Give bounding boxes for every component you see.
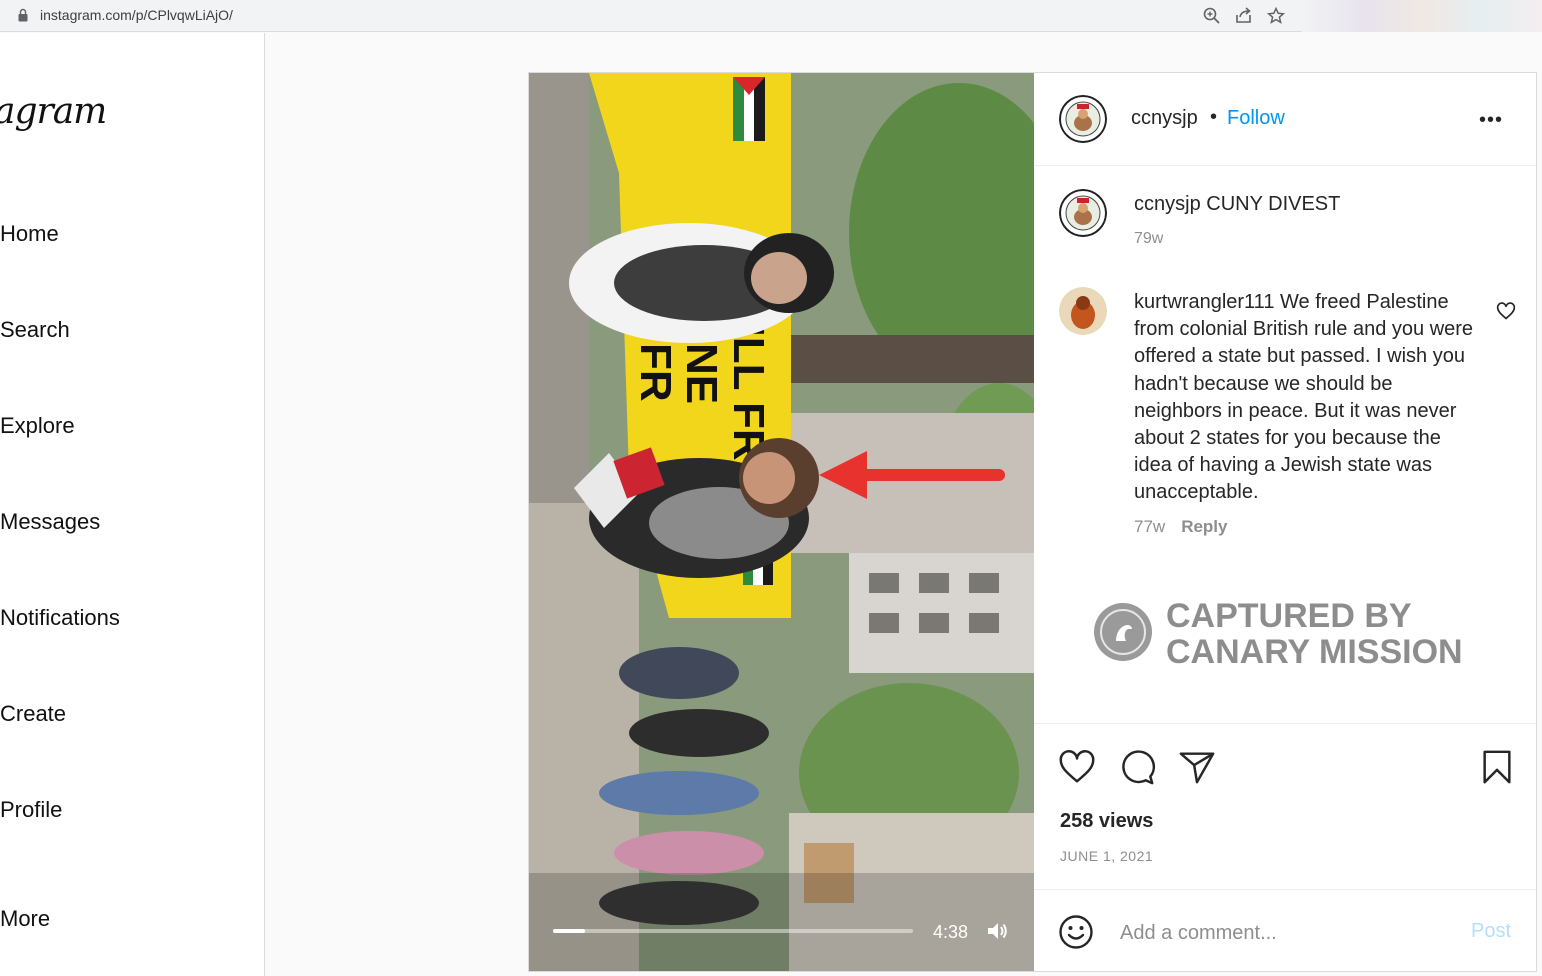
share-paper-plane-icon[interactable] — [1178, 748, 1216, 786]
comment-meta: 77w Reply — [1134, 517, 1227, 537]
avatar-image — [1059, 287, 1107, 335]
banner-text-2: NE — [677, 343, 726, 404]
sidebar: agram Home Search Explore Messages Notif… — [0, 33, 265, 976]
caption-body: CUNY DIVEST — [1200, 193, 1341, 215]
comment-text: kurtwrangler111 We freed Palestine from … — [1134, 289, 1474, 507]
post-date[interactable]: JUNE 1, 2021 — [1060, 848, 1153, 864]
nav-home[interactable]: Home — [0, 221, 59, 247]
like-heart-icon[interactable] — [1058, 748, 1096, 786]
video-time: 4:38 — [933, 922, 969, 942]
separator-dot: • — [1210, 106, 1218, 128]
url-text[interactable]: instagram.com/p/CPlvqwLiAjO/ — [40, 7, 233, 23]
watermark-line-2: CANARY MISSION — [1166, 633, 1463, 671]
caption-username[interactable]: ccnysjp — [1134, 193, 1201, 215]
comment-body: We freed Palestine from colonial British… — [1134, 291, 1474, 504]
post-dialog: WILL FR NE FR 4:38 ccnysjp • Follow ••• … — [528, 72, 1537, 972]
watermark-text: CAPTURED BY CANARY MISSION — [1166, 598, 1463, 670]
emoji-icon[interactable] — [1058, 914, 1094, 950]
banner-text-3: FR — [631, 343, 680, 402]
canary-mission-watermark: CAPTURED BY CANARY MISSION — [1094, 598, 1514, 678]
post-side-panel: ccnysjp • Follow ••• ccnysjp CUNY DIVEST… — [1034, 73, 1536, 971]
comment-input[interactable] — [1120, 918, 1450, 948]
post-author-username[interactable]: ccnysjp — [1131, 107, 1198, 130]
sjp-logo-icon — [1059, 189, 1107, 237]
sjp-logo-icon — [1059, 95, 1107, 143]
more-options-icon[interactable]: ••• — [1479, 109, 1503, 132]
avatar[interactable] — [1059, 95, 1107, 143]
extensions-area — [1302, 0, 1542, 32]
commenter-username[interactable]: kurtwrangler111 — [1134, 291, 1274, 313]
add-comment-bar: Post — [1034, 889, 1536, 971]
like-comment-heart-icon[interactable] — [1496, 301, 1516, 321]
reply-button[interactable]: Reply — [1181, 517, 1227, 536]
lock-icon — [18, 8, 28, 22]
nav-messages[interactable]: Messages — [0, 509, 100, 535]
video-progress-bar[interactable] — [553, 929, 913, 933]
nav-more[interactable]: More — [0, 906, 50, 932]
bookmark-star-icon[interactable] — [1266, 6, 1286, 26]
volume-icon[interactable] — [985, 919, 1009, 943]
nav-profile[interactable]: Profile — [0, 797, 62, 823]
instagram-logo[interactable]: agram — [0, 91, 107, 132]
post-comment-button[interactable]: Post — [1471, 920, 1511, 943]
view-count[interactable]: 258 views — [1060, 810, 1153, 833]
comment-time[interactable]: 77w — [1134, 517, 1165, 536]
nav-create[interactable]: Create — [0, 701, 66, 727]
follow-button[interactable]: Follow — [1227, 107, 1285, 130]
video-progress-fill — [553, 929, 586, 933]
comment-bubble-icon[interactable] — [1118, 748, 1156, 786]
zoom-icon[interactable] — [1202, 6, 1222, 26]
nav-explore[interactable]: Explore — [0, 413, 75, 439]
nav-notifications[interactable]: Notifications — [0, 605, 120, 631]
watermark-line-1: CAPTURED BY — [1166, 597, 1412, 635]
nav-search[interactable]: Search — [0, 317, 70, 343]
browser-address-bar[interactable]: instagram.com/p/CPlvqwLiAjO/ — [0, 0, 1542, 32]
post-actions: 258 views JUNE 1, 2021 — [1034, 723, 1536, 888]
video-frame: WILL FR NE FR — [529, 73, 1034, 971]
canary-bird-icon — [1094, 603, 1152, 661]
share-icon[interactable] — [1234, 6, 1254, 26]
save-bookmark-icon[interactable] — [1478, 748, 1516, 786]
commenter-avatar[interactable] — [1059, 287, 1107, 335]
post-video[interactable]: WILL FR NE FR 4:38 — [529, 73, 1034, 971]
post-header: ccnysjp • Follow ••• — [1034, 73, 1536, 166]
caption-time[interactable]: 79w — [1134, 230, 1163, 248]
caption-avatar[interactable] — [1059, 189, 1107, 237]
caption-text: ccnysjp CUNY DIVEST — [1134, 193, 1340, 216]
